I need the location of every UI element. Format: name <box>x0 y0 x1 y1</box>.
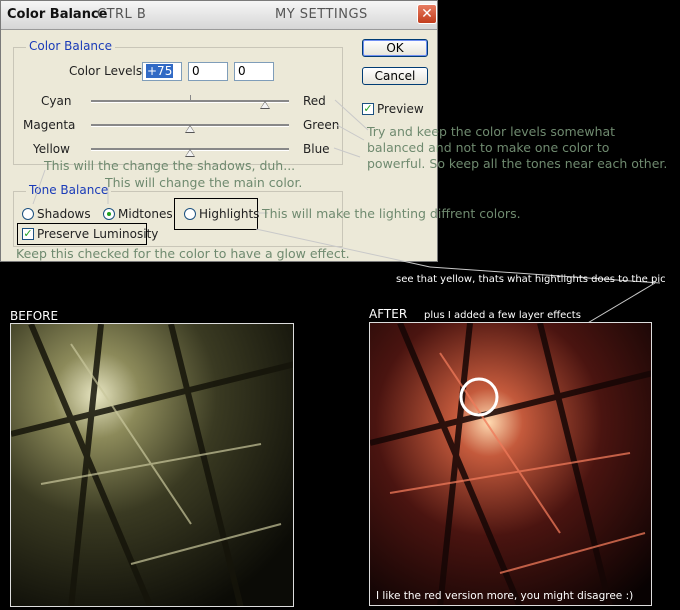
note-line-blue <box>333 147 361 158</box>
note-line-shadows <box>32 169 46 205</box>
note-line-green <box>336 124 365 141</box>
after-image-artwork <box>370 323 651 605</box>
layer-effects-note: plus I added a few layer effects <box>424 310 581 321</box>
after-image <box>369 322 652 606</box>
before-label: BEFORE <box>10 309 59 323</box>
note-line-red <box>334 99 369 131</box>
after-caption: I like the red version more, you might d… <box>376 590 634 602</box>
after-label: AFTER <box>369 307 408 321</box>
before-image-artwork <box>11 324 293 606</box>
preserve-note: Keep this checked for the color to have … <box>16 246 350 261</box>
levels-note: Try and keep the color levels somewhat b… <box>367 124 668 171</box>
shadows-note: This will the change the shadows, duh... <box>44 158 296 173</box>
midtones-note: This will change the main color. <box>105 175 303 190</box>
before-image <box>10 323 294 607</box>
yellow-note: see that yellow, thats what hightlights … <box>396 274 666 285</box>
highlights-note: This will make the lighting diffrent col… <box>262 206 521 221</box>
